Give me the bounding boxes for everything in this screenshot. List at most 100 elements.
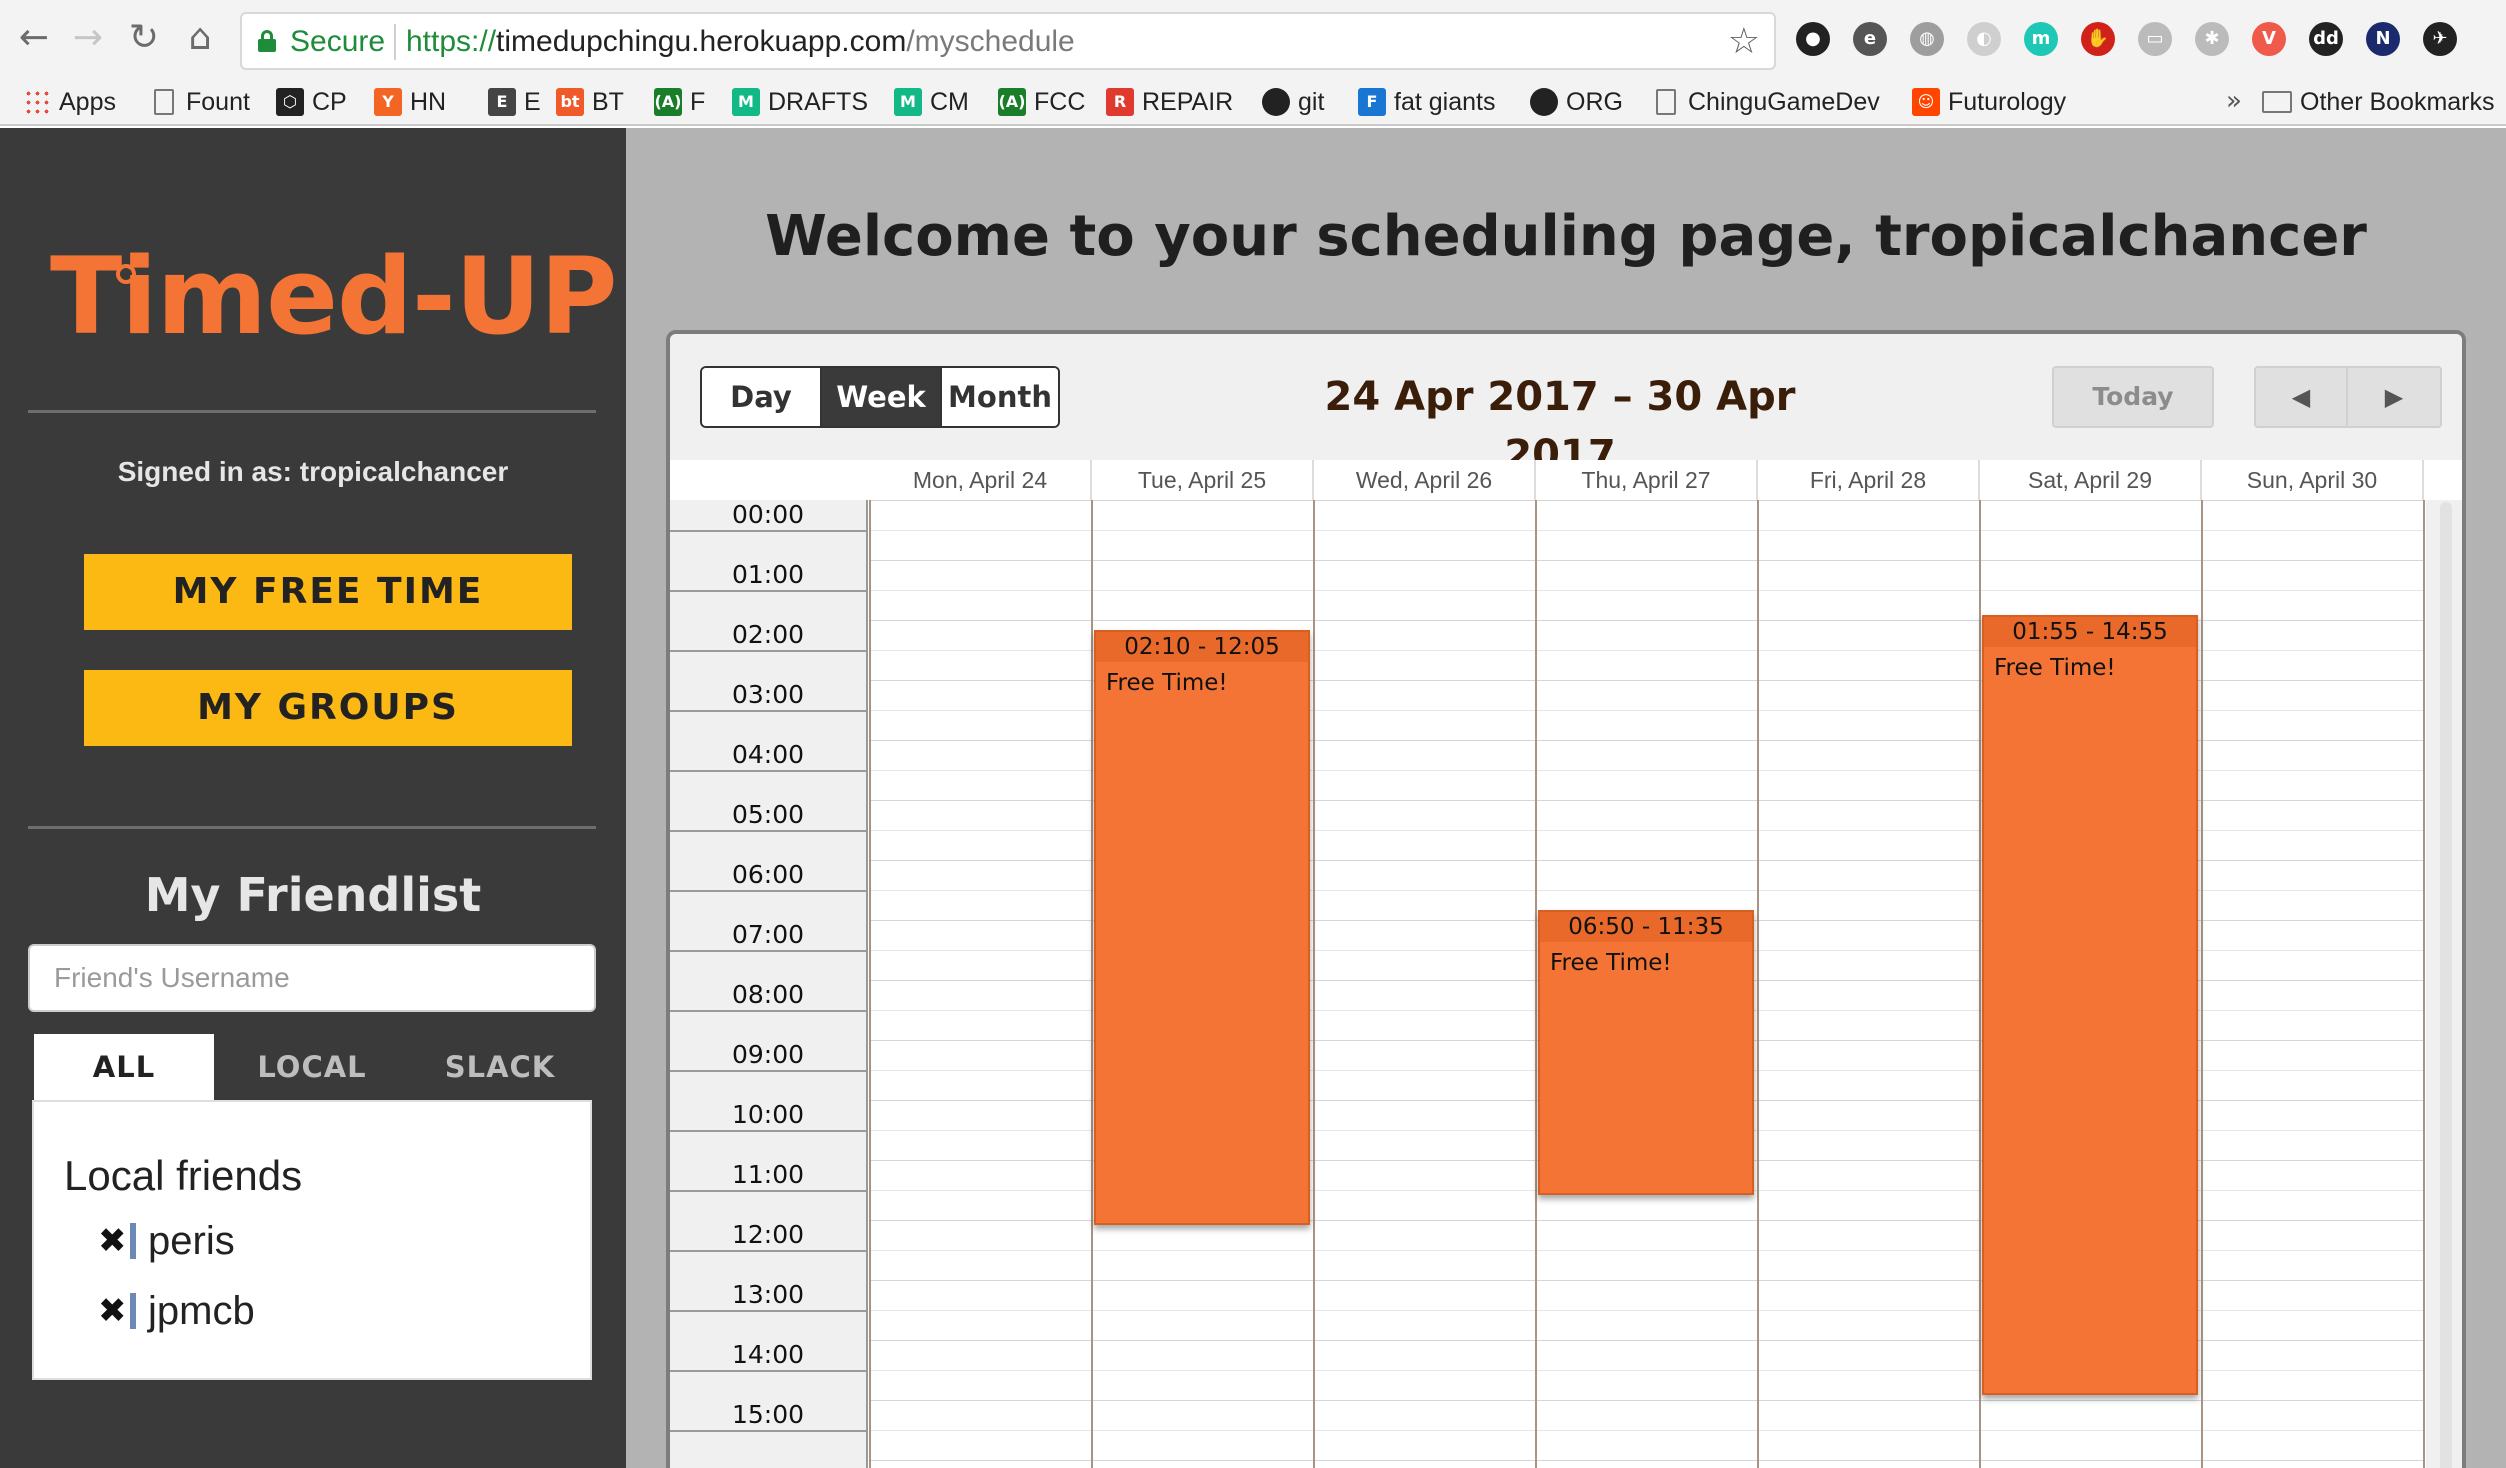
- card-icon[interactable]: ▭: [2138, 22, 2172, 56]
- forward-arrow-icon[interactable]: →: [66, 16, 110, 60]
- hour-divider: [670, 530, 868, 532]
- main-content: Welcome to your scheduling page, tropica…: [626, 128, 2506, 1468]
- bookmark-label: E: [524, 87, 541, 116]
- grid-line: [870, 590, 2424, 591]
- stop-hand-icon[interactable]: ✋: [2081, 22, 2115, 56]
- gear-grid-icon[interactable]: ✱: [2195, 22, 2229, 56]
- other-bookmarks[interactable]: Other Bookmarks: [2262, 80, 2495, 124]
- next-week-icon[interactable]: ▶: [2348, 366, 2442, 428]
- home-icon[interactable]: ⌂: [178, 16, 222, 60]
- friend-name[interactable]: jpmcb: [148, 1289, 255, 1334]
- reload-icon[interactable]: ↻: [122, 16, 166, 60]
- bookmark-label: DRAFTS: [768, 87, 868, 116]
- free-time-event[interactable]: 01:55 - 14:55 Free Time!: [1982, 615, 2198, 1395]
- view-week-button[interactable]: Week: [820, 368, 940, 426]
- hour-label: 15:00: [731, 1400, 805, 1429]
- tab-slack[interactable]: SLACK: [410, 1034, 590, 1100]
- my-free-time-button[interactable]: MY FREE TIME: [84, 554, 572, 630]
- day-column-divider: [1091, 500, 1093, 1468]
- calendar-scrollbar[interactable]: [2426, 500, 2462, 1468]
- fcc-icon: (A): [998, 88, 1026, 116]
- view-day-button[interactable]: Day: [702, 368, 820, 426]
- bookmark-drafts[interactable]: M DRAFTS: [732, 80, 868, 124]
- bookmark-cm[interactable]: M CM: [894, 80, 969, 124]
- globe-icon[interactable]: ◍: [1910, 22, 1944, 56]
- bookmark-label: F: [690, 87, 706, 116]
- bookmark-label: BT: [592, 87, 624, 116]
- friend-row: ✖ jpmcb: [98, 1286, 255, 1336]
- n-icon[interactable]: N: [2366, 22, 2400, 56]
- bookmark-git[interactable]: git: [1262, 80, 1324, 124]
- friend-divider: [130, 1223, 136, 1259]
- remove-friend-icon[interactable]: ✖: [98, 1221, 128, 1261]
- grid-area[interactable]: 02:10 - 12:05 Free Time! 06:50 - 11:35 Free…: [869, 500, 2425, 1468]
- hour-label: 06:00: [731, 860, 805, 889]
- url-text[interactable]: https://timedupchingu.herokuapp.com/mysc…: [406, 26, 1075, 58]
- hour-divider: [670, 710, 868, 712]
- grid-line: [870, 560, 2424, 561]
- hour-label: 11:00: [731, 1160, 805, 1189]
- logo-clock-icon: [116, 264, 136, 284]
- plane-icon[interactable]: ✈: [2423, 22, 2457, 56]
- github-icon: [1530, 88, 1558, 116]
- day-column-divider: [869, 500, 871, 1468]
- address-bar[interactable]: Secure https://timedupchingu.herokuapp.c…: [240, 12, 1776, 70]
- hour-divider: [670, 590, 868, 592]
- hour-divider: [670, 890, 868, 892]
- reddit-icon: ☺: [1912, 88, 1940, 116]
- secure-label: Secure: [290, 25, 386, 58]
- bookmark-chingugamedev[interactable]: ChinguGameDev: [1652, 80, 1880, 124]
- folder-icon: [2262, 91, 2292, 113]
- friend-divider: [130, 1293, 136, 1329]
- bookmark-hn[interactable]: Y HN: [374, 80, 446, 124]
- free-time-event[interactable]: 06:50 - 11:35 Free Time!: [1538, 910, 1754, 1195]
- dd-icon[interactable]: dd: [2309, 22, 2343, 56]
- bookmark-fcc[interactable]: (A) FCC: [998, 80, 1085, 124]
- browser-toolbar: ← → ↻ ⌂ Secure https://timedupchingu.her…: [0, 0, 2506, 80]
- bookmark-apps[interactable]: Apps: [24, 80, 116, 124]
- hour-divider: [670, 1430, 868, 1432]
- m-icon[interactable]: m: [2024, 22, 2058, 56]
- bookmarks-overflow-chevron-icon[interactable]: »: [2226, 86, 2242, 116]
- evernote-icon[interactable]: e: [1853, 22, 1887, 56]
- friends-panel: Local friends ✖ peris ✖ jpmcb: [32, 1100, 592, 1380]
- chrome-ext-icon[interactable]: ●: [1796, 22, 1830, 56]
- grid-line: [870, 1400, 2424, 1401]
- hour-label: 08:00: [731, 980, 805, 1009]
- back-arrow-icon[interactable]: ←: [12, 16, 56, 60]
- e-icon: E: [488, 88, 516, 116]
- bookmark-repair[interactable]: R REPAIR: [1106, 80, 1233, 124]
- today-button[interactable]: Today: [2052, 366, 2214, 428]
- tab-all[interactable]: ALL: [34, 1034, 214, 1100]
- page-title: Welcome to your scheduling page, tropica…: [765, 204, 2367, 269]
- friend-name[interactable]: peris: [148, 1219, 235, 1264]
- medium-icon: M: [894, 88, 922, 116]
- bookmark-f[interactable]: (A) F: [654, 80, 705, 124]
- bookmark-bt[interactable]: bt BT: [556, 80, 624, 124]
- bookmark-cp[interactable]: ⬡ CP: [276, 80, 347, 124]
- free-time-event[interactable]: 02:10 - 12:05 Free Time!: [1094, 630, 1310, 1225]
- bookmark-fount[interactable]: Fount: [150, 80, 250, 124]
- medium-icon: M: [732, 88, 760, 116]
- bookmark-org[interactable]: ORG: [1530, 80, 1623, 124]
- bookmark-e[interactable]: EE: [488, 80, 541, 124]
- heart-v-icon[interactable]: V: [2252, 22, 2286, 56]
- bookmark-futurology[interactable]: ☺ Futurology: [1912, 80, 2066, 124]
- previous-week-icon[interactable]: ◀: [2254, 366, 2348, 428]
- tab-local[interactable]: LOCAL: [222, 1034, 402, 1100]
- moon-icon[interactable]: ◐: [1967, 22, 2001, 56]
- signed-in-status: Signed in as: tropicalchancer: [117, 456, 509, 487]
- my-groups-button[interactable]: MY GROUPS: [84, 670, 572, 746]
- time-gutter: 00:00 01:00 02:00 03:00 04:00 05:00 06:00 07:00…: [670, 500, 868, 1468]
- bookmark-fat-giants[interactable]: Ffat giants: [1358, 80, 1495, 124]
- day-header-row: Mon, April 24 Tue, April 25 Wed, April 26 T…: [870, 460, 2424, 500]
- omnibox-divider: [394, 24, 396, 60]
- scroll-thumb[interactable]: [2440, 502, 2452, 1468]
- view-month-button[interactable]: Month: [940, 368, 1058, 426]
- bookmark-star-icon[interactable]: ☆: [1728, 22, 1760, 62]
- lock-icon: [258, 30, 276, 52]
- calendar-toolbar: Day Week Month 24 Apr 2017 – 30 Apr 2017…: [670, 334, 2462, 478]
- bookmark-label: CM: [930, 87, 969, 116]
- remove-friend-icon[interactable]: ✖: [98, 1291, 128, 1331]
- friend-username-input[interactable]: [28, 944, 596, 1012]
